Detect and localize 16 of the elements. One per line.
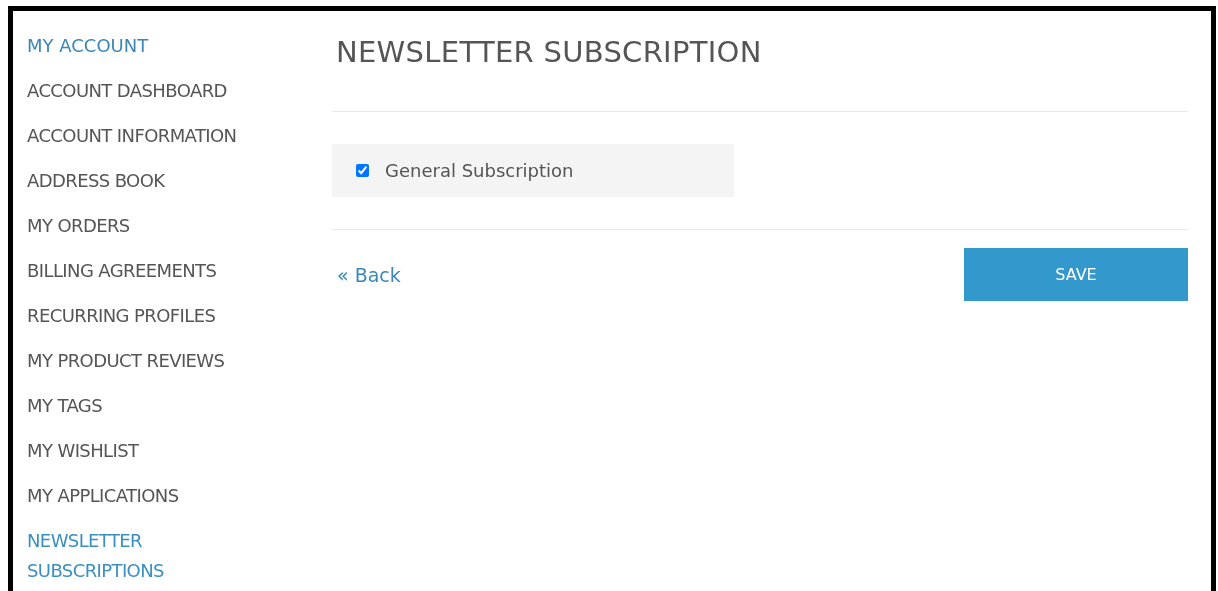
sidebar-item[interactable]: NEWSLETTER SUBSCRIPTIONS [27,526,227,586]
sidebar-item[interactable]: MY ORDERS [27,203,303,248]
sidebar-item[interactable]: ACCOUNT DASHBOARD [27,68,303,113]
page-heading: NEWSLETTER SUBSCRIPTION [336,35,763,69]
sidebar-item[interactable]: BILLING AGREEMENTS [27,248,303,293]
sidebar-item[interactable]: MY WISHLIST [27,428,303,473]
sidebar-item[interactable]: MY PRODUCT REVIEWS [27,338,303,383]
sidebar-title: MY ACCOUNT [27,34,150,58]
subscription-checkbox[interactable] [356,164,369,177]
sidebar-item[interactable]: RECURRING PROFILES [27,293,303,338]
sidebar-item[interactable]: ACCOUNT INFORMATION [27,113,303,158]
sidebar-item[interactable]: MY APPLICATIONS [27,473,303,518]
back-link[interactable]: « Back [337,263,401,286]
sidebar-item[interactable]: MY TAGS [27,383,303,428]
sidebar-item[interactable]: ADDRESS BOOK [27,158,303,203]
checkbox-label: General Subscription [385,160,574,181]
